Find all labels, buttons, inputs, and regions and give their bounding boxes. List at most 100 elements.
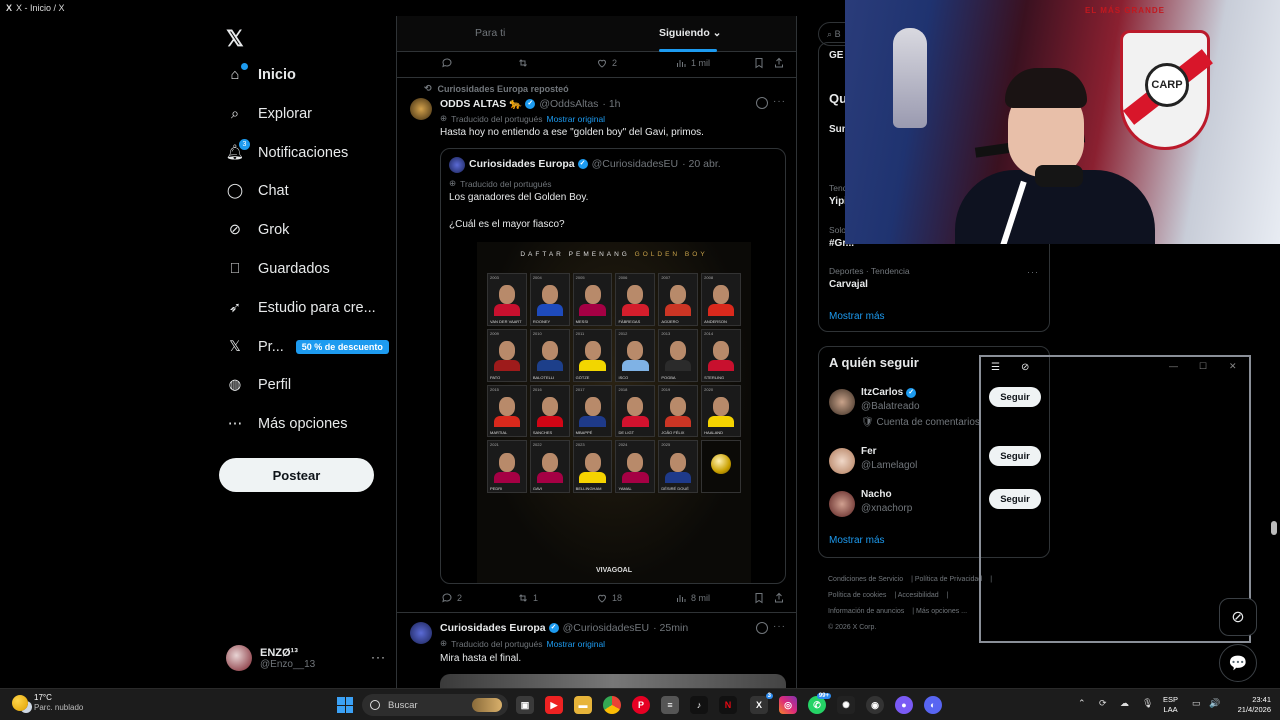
grok-icon[interactable] bbox=[756, 97, 768, 109]
instagram-icon[interactable]: ◎ bbox=[779, 696, 797, 714]
show-more-trends[interactable]: Mostrar más bbox=[829, 311, 885, 322]
post-author[interactable]: ODDS ALTAS 🐆 ✓ @OddsAltas · 1h bbox=[440, 97, 621, 111]
youtube-icon[interactable]: ▶ bbox=[545, 696, 563, 714]
netflix-icon[interactable]: N bbox=[719, 696, 737, 714]
file-explorer-icon[interactable]: ▬ bbox=[574, 696, 592, 714]
premium-discount-badge[interactable]: 50 % de descuento bbox=[295, 339, 389, 354]
floating-window-titlebar[interactable]: ☰ ⊘ — ☐ ✕ bbox=[981, 357, 1249, 379]
nav-item[interactable]: ⎕ Guardados bbox=[226, 254, 330, 284]
repost-context[interactable]: ⟲ Curiosidades Europa reposteó bbox=[424, 83, 569, 94]
start-button[interactable] bbox=[337, 697, 353, 713]
player-name: GÖTZE bbox=[575, 374, 590, 380]
tray-icon[interactable]: ☁ bbox=[1120, 698, 1129, 709]
mic-icon[interactable]: 🎙 bbox=[1142, 698, 1153, 709]
nav-item[interactable]: ⌂ Inicio bbox=[226, 60, 296, 90]
nav-item[interactable]: ⌕ Explorar bbox=[226, 99, 312, 129]
x-logo-icon[interactable]: 𝕏 bbox=[226, 26, 244, 52]
account-switcher[interactable]: ENZØ¹³ @Enzo__13 ··· bbox=[226, 640, 386, 676]
repost-button[interactable] bbox=[517, 57, 533, 69]
share-button[interactable] bbox=[773, 592, 789, 604]
volume-icon[interactable]: 🔊 bbox=[1209, 698, 1220, 709]
footer-link[interactable]: Política de Privacidad bbox=[915, 576, 982, 583]
close-icon[interactable]: ✕ bbox=[1229, 361, 1237, 372]
nav-item[interactable]: ➶ Estudio para cre... bbox=[226, 293, 376, 323]
clock[interactable]: 23:41 21/4/2026 bbox=[1227, 695, 1271, 715]
footer-link[interactable]: Accesibilidad bbox=[898, 592, 939, 599]
player-name: MBAPPÉ bbox=[575, 430, 593, 436]
views-button[interactable]: 8 mil bbox=[675, 592, 710, 604]
discord-icon[interactable]: ◐ bbox=[924, 696, 942, 714]
trend-name[interactable]: GE bbox=[829, 50, 843, 61]
tray-icon[interactable]: ⟳ bbox=[1099, 698, 1107, 709]
maximize-icon[interactable]: ☐ bbox=[1199, 361, 1207, 372]
player-name: STERLING bbox=[704, 374, 725, 380]
nav-item[interactable]: ◯ Chat bbox=[226, 176, 289, 206]
footer-link[interactable]: Política de cookies bbox=[828, 592, 886, 599]
taskbar-search[interactable]: Buscar bbox=[362, 694, 508, 716]
more-icon[interactable]: ··· bbox=[773, 621, 786, 632]
tab-para-ti[interactable]: Para ti bbox=[475, 27, 505, 39]
grok-button[interactable]: ⊘ bbox=[1219, 598, 1257, 636]
menu-icon[interactable]: ☰ bbox=[991, 362, 1000, 373]
show-more-suggestions[interactable]: Mostrar más bbox=[829, 535, 885, 546]
show-original-link[interactable]: Mostrar original bbox=[546, 114, 605, 124]
weather-widget[interactable]: 17°C Parc. nublado bbox=[12, 693, 83, 712]
share-button[interactable] bbox=[773, 57, 789, 69]
nav-item[interactable]: 🔔︎ 3 Notificaciones bbox=[226, 138, 348, 168]
timeline[interactable]: Para ti Siguiendo ⌄ 2 1 mil ⟲ Curiosidade… bbox=[396, 16, 797, 690]
footer-link[interactable]: Más opciones ... bbox=[916, 608, 967, 615]
bookmark-button[interactable] bbox=[753, 57, 769, 69]
nav-item-label: Pr... bbox=[258, 338, 284, 355]
primary-nav: 𝕏 ⌂ Inicio ⌕ Explorar 🔔︎ 3 Notificaciones ◯ Chat… bbox=[218, 18, 398, 688]
views-button[interactable]: 1 mil bbox=[675, 57, 710, 69]
award-year: 2022 bbox=[532, 442, 542, 448]
whatsapp-icon[interactable]: ✆ 99+ bbox=[808, 693, 831, 714]
show-original-link[interactable]: Mostrar original bbox=[546, 639, 605, 649]
golden-boy-image[interactable]: DAFTAR PEMENANG GOLDEN BOY 2003 VAN DER V… bbox=[477, 242, 751, 583]
pinterest-icon[interactable]: P bbox=[632, 696, 650, 714]
player-card: 2021 PEDRI bbox=[487, 440, 527, 494]
task-view-icon[interactable]: ▣ bbox=[516, 696, 534, 714]
trend-name[interactable]: Carvajal bbox=[829, 279, 868, 290]
scrollbar-thumb[interactable] bbox=[1271, 521, 1277, 535]
repost-button[interactable]: 1 bbox=[517, 592, 538, 604]
app-icon[interactable]: ◉ bbox=[866, 696, 884, 714]
tiktok-icon[interactable]: ♪ bbox=[690, 696, 708, 714]
floating-window[interactable]: ☰ ⊘ — ☐ ✕ bbox=[979, 355, 1251, 643]
nav-item[interactable]: ⊘ Grok bbox=[226, 215, 290, 245]
avatar[interactable] bbox=[410, 98, 432, 120]
heart-icon bbox=[597, 59, 607, 68]
post-author[interactable]: Curiosidades Europa ✓ @CuriosidadesEU · 25m… bbox=[440, 622, 688, 634]
reply-button[interactable] bbox=[441, 57, 457, 69]
more-icon[interactable]: ··· bbox=[773, 96, 786, 107]
bookmark-button[interactable] bbox=[753, 592, 769, 604]
nav-item[interactable]: ⋯ Más opciones bbox=[226, 409, 348, 439]
player-card: 2025 DÉSIRÉ DOUÉ bbox=[658, 440, 699, 494]
x-app-icon[interactable]: X3 bbox=[750, 693, 773, 714]
monitor-icon[interactable]: ▭ bbox=[1192, 698, 1201, 709]
footer-link[interactable]: Información de anuncios bbox=[828, 608, 904, 615]
more-icon[interactable]: ··· bbox=[1027, 267, 1039, 277]
nav-item[interactable]: 𝕏 Pr... 50 % de descuento bbox=[226, 332, 389, 362]
chevron-up-icon[interactable]: ⌃ bbox=[1078, 698, 1086, 709]
more-icon[interactable]: ··· bbox=[371, 650, 386, 664]
avatar[interactable] bbox=[410, 622, 432, 644]
nav-item[interactable]: ◍ Perfil bbox=[226, 370, 291, 400]
chrome-icon[interactable] bbox=[603, 696, 621, 714]
reply-icon bbox=[442, 58, 452, 68]
blocked-icon[interactable]: ⊘ bbox=[1021, 362, 1029, 373]
messages-button[interactable]: 💬 bbox=[1219, 644, 1257, 682]
minimize-icon[interactable]: — bbox=[1169, 361, 1178, 371]
like-button[interactable]: 2 bbox=[596, 57, 617, 69]
grok-icon[interactable] bbox=[756, 622, 768, 634]
post-button[interactable]: Postear bbox=[219, 458, 374, 492]
language-indicator[interactable]: ESP LAA bbox=[1163, 695, 1178, 715]
footer-link[interactable]: Condiciones de Servicio bbox=[828, 576, 903, 583]
chatgpt-icon[interactable]: ✺ bbox=[837, 696, 855, 714]
like-button[interactable]: 18 bbox=[596, 592, 622, 604]
app-icon[interactable]: ≡ bbox=[661, 696, 679, 714]
reply-button[interactable]: 2 bbox=[441, 592, 462, 604]
tab-siguiendo[interactable]: Siguiendo ⌄ bbox=[659, 27, 721, 39]
app-icon[interactable]: ● bbox=[895, 696, 913, 714]
quoted-post[interactable]: Curiosidades Europa ✓ @CuriosidadesEU · 20 … bbox=[440, 148, 786, 584]
